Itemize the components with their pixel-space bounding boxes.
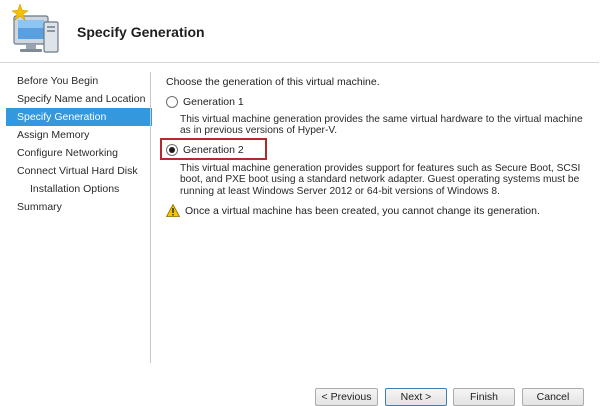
wizard-header: Specify Generation <box>0 0 599 63</box>
nav-item-configure-networking[interactable]: Configure Networking <box>6 144 152 162</box>
nav-item-installation-options[interactable]: Installation Options <box>6 180 152 198</box>
warning-text: Once a virtual machine has been created,… <box>185 204 540 217</box>
hyper-v-wizard-icon <box>11 4 59 53</box>
generation-1-option[interactable]: Generation 1 <box>166 96 244 108</box>
generation-2-description: This virtual machine generation provides… <box>180 163 581 197</box>
previous-button[interactable]: < Previous <box>315 388 378 406</box>
nav-item-before-you-begin[interactable]: Before You Begin <box>6 72 152 90</box>
next-button[interactable]: Next > <box>385 388 447 406</box>
nav-divider <box>150 72 151 363</box>
wizard-step-list: Before You Begin Specify Name and Locatio… <box>6 72 152 364</box>
page-title: Specify Generation <box>77 24 205 40</box>
generation-warning: Once a virtual machine has been created,… <box>166 204 540 217</box>
nav-item-connect-virtual-hard-disk[interactable]: Connect Virtual Hard Disk <box>6 162 152 180</box>
nav-item-summary[interactable]: Summary <box>6 198 152 216</box>
nav-item-specify-name-and-location[interactable]: Specify Name and Location <box>6 90 152 108</box>
generation-1-radio[interactable] <box>166 96 178 108</box>
cancel-button[interactable]: Cancel <box>522 388 584 406</box>
intro-text: Choose the generation of this virtual ma… <box>166 76 380 88</box>
generation-1-description: This virtual machine generation provides… <box>180 114 583 137</box>
generation-1-label: Generation 1 <box>183 96 244 108</box>
warning-icon <box>166 204 180 217</box>
finish-button[interactable]: Finish <box>453 388 515 406</box>
nav-item-specify-generation[interactable]: Specify Generation <box>6 108 152 126</box>
nav-item-assign-memory[interactable]: Assign Memory <box>6 126 152 144</box>
generation-2-highlight-box <box>160 138 267 160</box>
